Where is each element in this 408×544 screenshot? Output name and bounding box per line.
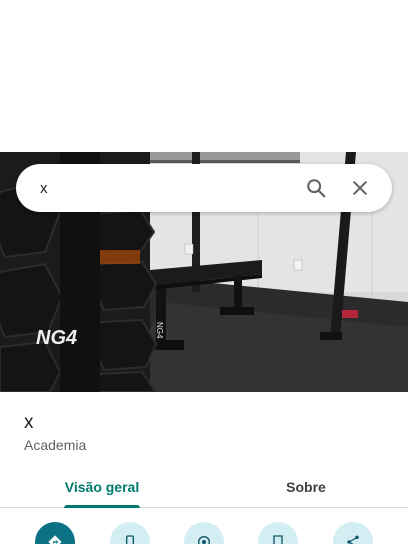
tab-about[interactable]: Sobre xyxy=(204,466,408,507)
tab-overview-label: Visão geral xyxy=(64,478,140,495)
nearby-icon xyxy=(197,536,210,544)
svg-text:NG4: NG4 xyxy=(155,322,164,339)
close-icon[interactable] xyxy=(342,170,378,206)
phone-button[interactable] xyxy=(109,522,150,544)
share-button[interactable] xyxy=(332,522,373,544)
search-input[interactable]: x xyxy=(40,180,290,197)
place-category: Academia xyxy=(24,437,87,453)
save-button[interactable] xyxy=(258,522,299,544)
tab-overview[interactable]: Visão geral xyxy=(0,466,204,508)
active-tab-indicator xyxy=(64,505,140,508)
share-icon xyxy=(347,535,359,544)
tab-about-label: Sobre xyxy=(286,478,326,495)
ng4-watermark-text: NG4 xyxy=(36,327,77,349)
save-icon xyxy=(273,535,284,544)
tab-bar: Visão geral Sobre xyxy=(0,466,408,508)
directions-button[interactable] xyxy=(35,522,76,544)
search-bar[interactable]: x xyxy=(16,164,392,212)
phone-icon xyxy=(125,535,134,544)
place-screen: NG4 NG4 x x Academia Visão geral Sobre xyxy=(0,0,408,544)
map-area[interactable] xyxy=(0,0,408,152)
ng4-watermark: NG4 xyxy=(36,327,77,349)
nearby-button[interactable] xyxy=(183,522,224,544)
action-buttons xyxy=(0,522,408,544)
directions-icon xyxy=(48,535,62,544)
place-name: x xyxy=(24,412,34,433)
search-icon[interactable] xyxy=(298,170,334,206)
